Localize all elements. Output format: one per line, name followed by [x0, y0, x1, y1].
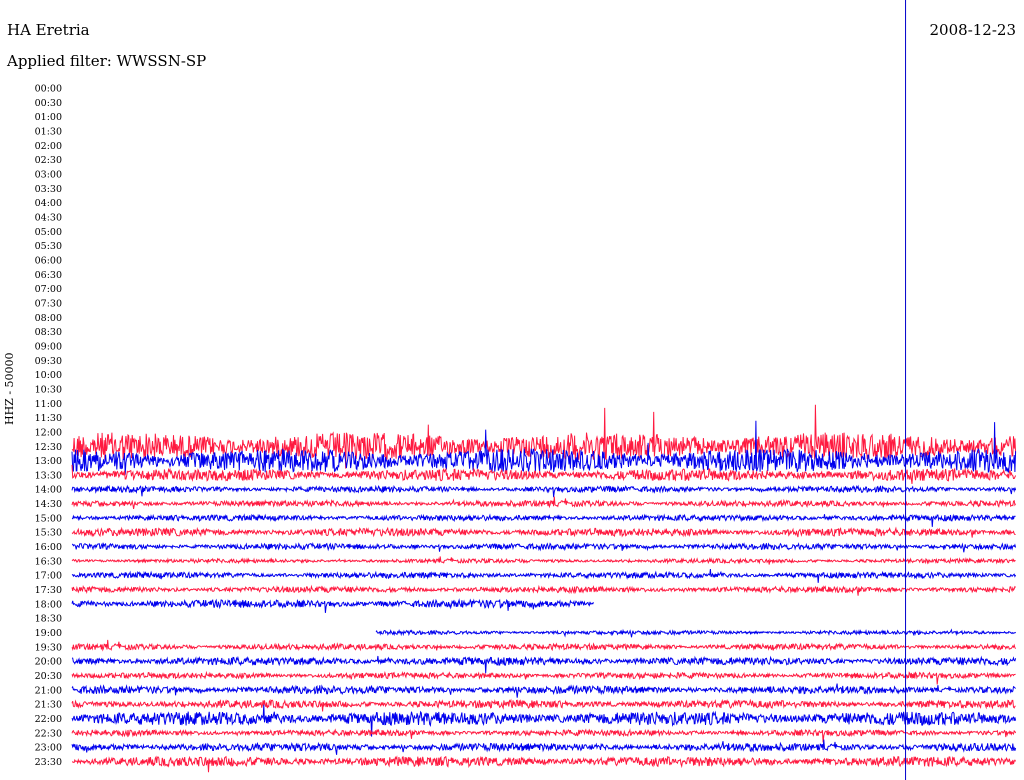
- trace-1800: [71, 598, 594, 613]
- time-tick-0030: 00:30: [35, 98, 62, 109]
- trace-2000: [71, 655, 1017, 674]
- time-tick-2330: 23:30: [35, 757, 62, 768]
- time-tick-1130: 11:30: [35, 413, 62, 424]
- time-tick-0900: 09:00: [35, 341, 62, 352]
- trace-1630: [71, 556, 1016, 565]
- seismic-traces: [71, 404, 1017, 773]
- time-tick-0400: 04:00: [35, 198, 62, 209]
- time-tick-0300: 03:00: [35, 169, 62, 180]
- time-tick-2000: 20:00: [35, 657, 62, 668]
- time-tick-2030: 20:30: [35, 671, 62, 682]
- time-tick-0730: 07:30: [35, 298, 62, 309]
- trace-1500: [71, 513, 1016, 527]
- trace-2330: [72, 755, 1017, 773]
- trace-1700: [71, 569, 1017, 583]
- trace-2300: [71, 739, 1017, 755]
- trace-1930: [71, 639, 1017, 652]
- time-tick-2300: 23:00: [35, 743, 62, 754]
- time-tick-0630: 06:30: [35, 270, 62, 281]
- time-tick-1700: 17:00: [35, 571, 62, 582]
- trace-1400: [71, 484, 1017, 498]
- time-tick-2200: 22:00: [35, 714, 62, 725]
- time-tick-1200: 12:00: [35, 427, 62, 438]
- time-tick-1100: 11:00: [35, 399, 62, 410]
- time-tick-2130: 21:30: [35, 700, 62, 711]
- time-tick-0130: 01:30: [35, 126, 62, 137]
- time-tick-1600: 16:00: [35, 542, 62, 553]
- time-tick-1430: 14:30: [35, 499, 62, 510]
- time-tick-1930: 19:30: [35, 642, 62, 653]
- trace-1900: [375, 628, 1016, 638]
- time-tick-1900: 19:00: [35, 628, 62, 639]
- time-tick-0000: 00:00: [35, 84, 62, 95]
- helicorder-plot: 00:00 00:30 01:00 01:30 02:00 02:30 03:00 03:30…: [35, 0, 1017, 780]
- time-tick-1800: 18:00: [35, 599, 62, 610]
- time-tick-1530: 15:30: [35, 528, 62, 539]
- time-tick-1330: 13:30: [35, 470, 62, 481]
- time-tick-0830: 08:30: [35, 327, 62, 338]
- time-tick-0230: 02:30: [35, 155, 62, 166]
- time-tick-1400: 14:00: [35, 485, 62, 496]
- trace-2130: [71, 698, 1016, 712]
- time-tick-0200: 02:00: [35, 141, 62, 152]
- time-tick-0600: 06:00: [35, 255, 62, 266]
- time-tick-1230: 12:30: [35, 442, 62, 453]
- time-tick-0800: 08:00: [35, 313, 62, 324]
- time-tick-1630: 16:30: [35, 556, 62, 567]
- trace-1430: [71, 496, 1017, 509]
- trace-1730: [71, 584, 1016, 596]
- time-tick-0700: 07:00: [35, 284, 62, 295]
- time-tick-1730: 17:30: [35, 585, 62, 596]
- time-tick-1830: 18:30: [35, 614, 62, 625]
- time-tick-labels: 00:00 00:30 01:00 01:30 02:00 02:30 03:00 03:30…: [35, 84, 62, 769]
- time-tick-0500: 05:00: [35, 227, 62, 238]
- trace-1530: [71, 526, 1016, 538]
- time-tick-1030: 10:30: [35, 384, 62, 395]
- time-tick-0930: 09:30: [35, 356, 62, 367]
- time-tick-1500: 15:00: [35, 513, 62, 524]
- time-tick-0100: 01:00: [35, 112, 62, 123]
- time-tick-0530: 05:30: [35, 241, 62, 252]
- trace-2030: [71, 670, 1016, 685]
- time-tick-1300: 13:00: [35, 456, 62, 467]
- trace-2230: [71, 728, 1017, 743]
- time-tick-0330: 03:30: [35, 184, 62, 195]
- time-tick-2230: 22:30: [35, 728, 62, 739]
- trace-2100: [71, 683, 1016, 698]
- time-tick-0430: 04:30: [35, 212, 62, 223]
- time-tick-2100: 21:00: [35, 685, 62, 696]
- trace-1600: [71, 541, 1017, 553]
- time-tick-1000: 10:00: [35, 370, 62, 381]
